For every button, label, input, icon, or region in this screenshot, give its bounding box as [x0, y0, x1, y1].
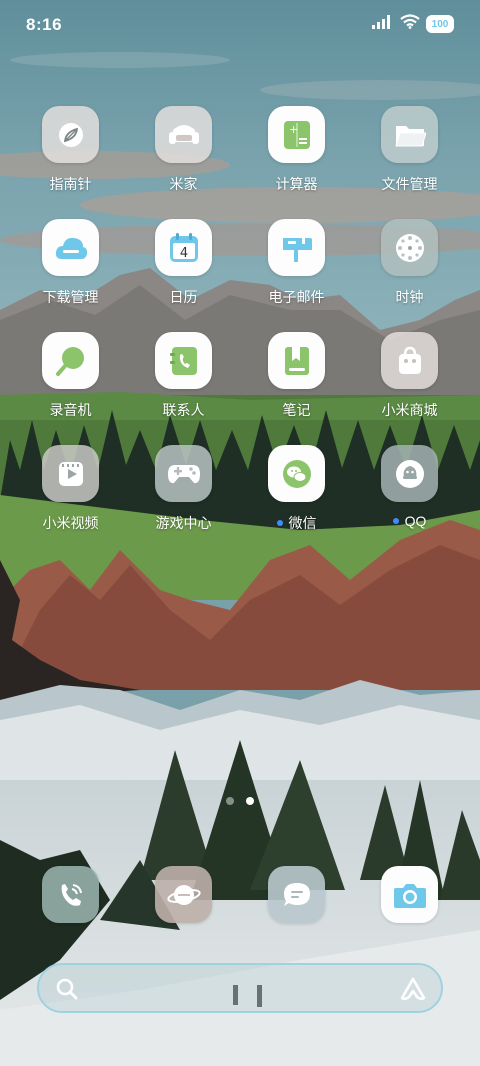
mijia-armchair-icon [155, 106, 212, 163]
app-recorder[interactable]: 录音机 [14, 332, 127, 420]
status-icons: 100 [372, 14, 454, 34]
download-cloud-icon [42, 219, 99, 276]
app-contacts[interactable]: 联系人 [127, 332, 240, 420]
calculator-icon: + [268, 106, 325, 163]
app-mi-video[interactable]: 小米视频 [14, 445, 127, 533]
video-play-icon [42, 445, 99, 502]
browser-planet-icon [155, 866, 212, 923]
app-calendar[interactable]: 4 日历 [127, 219, 240, 307]
app-label-text: 微信 [288, 515, 317, 531]
app-email[interactable]: 电子邮件 [240, 219, 353, 307]
status-time: 8:16 [26, 15, 63, 34]
app-label: 小米视频 [42, 515, 99, 531]
signal-icon [372, 14, 394, 34]
search-bar[interactable] [37, 963, 443, 1013]
dock-messages[interactable] [240, 866, 353, 923]
app-compass[interactable]: 指南针 [14, 106, 127, 194]
microphone-icon [42, 332, 99, 389]
wifi-icon [400, 14, 420, 34]
app-label: 下载管理 [42, 289, 99, 305]
app-label: 游戏中心 [155, 515, 212, 531]
mailbox-icon [268, 219, 325, 276]
page-dot[interactable] [226, 797, 234, 805]
dock-camera[interactable] [353, 866, 466, 923]
status-bar: 8:16 100 [0, 0, 480, 50]
wechat-icon [268, 445, 325, 502]
app-label: 联系人 [162, 402, 205, 418]
app-label: 小米商城 [381, 402, 438, 418]
notification-dot [276, 520, 283, 527]
app-clock[interactable]: 时钟 [353, 219, 466, 307]
app-label: QQ [353, 513, 466, 529]
svg-text:+: + [289, 123, 298, 136]
app-label: 时钟 [395, 289, 424, 305]
app-label: 计算器 [275, 176, 318, 192]
notification-dot [392, 518, 399, 525]
page-dot-active[interactable] [246, 797, 254, 805]
battery-icon: 100 [426, 15, 454, 33]
calendar-day: 4 [179, 246, 187, 261]
app-mi-store[interactable]: 小米商城 [353, 332, 466, 420]
shopping-bag-icon [381, 332, 438, 389]
camera-icon [381, 866, 438, 923]
app-label: 指南针 [49, 176, 92, 192]
messages-icon [268, 866, 325, 923]
clock-icon [381, 219, 438, 276]
app-mijia[interactable]: 米家 [127, 106, 240, 194]
app-qq[interactable]: QQ [353, 445, 466, 529]
app-label-text: QQ [404, 513, 427, 529]
app-game-center[interactable]: 游戏中心 [127, 445, 240, 533]
app-label: 米家 [169, 176, 198, 192]
app-label: 录音机 [49, 402, 92, 418]
app-file-manager[interactable]: 文件管理 [353, 106, 466, 194]
compass-icon [42, 106, 99, 163]
assistant-icon[interactable] [399, 976, 427, 1007]
app-notes[interactable]: 笔记 [240, 332, 353, 420]
gamepad-icon [155, 445, 212, 502]
dock-browser[interactable] [127, 866, 240, 923]
calendar-icon: 4 [155, 219, 212, 276]
app-calculator[interactable]: + 计算器 [240, 106, 353, 194]
qq-penguin-icon [381, 445, 438, 502]
notes-bookmark-icon [268, 332, 325, 389]
page-indicator [0, 797, 480, 805]
phone-icon [42, 866, 99, 923]
search-icon[interactable] [55, 977, 79, 1006]
folder-icon [381, 106, 438, 163]
contacts-phone-icon [155, 332, 212, 389]
app-downloads[interactable]: 下载管理 [14, 219, 127, 307]
app-label: 文件管理 [381, 176, 438, 192]
app-label: 电子邮件 [268, 289, 325, 305]
app-label: 日历 [169, 289, 198, 305]
app-label: 笔记 [282, 402, 311, 418]
dock-phone[interactable] [14, 866, 127, 923]
app-wechat[interactable]: 微信 [240, 445, 353, 533]
app-label: 微信 [240, 513, 353, 533]
